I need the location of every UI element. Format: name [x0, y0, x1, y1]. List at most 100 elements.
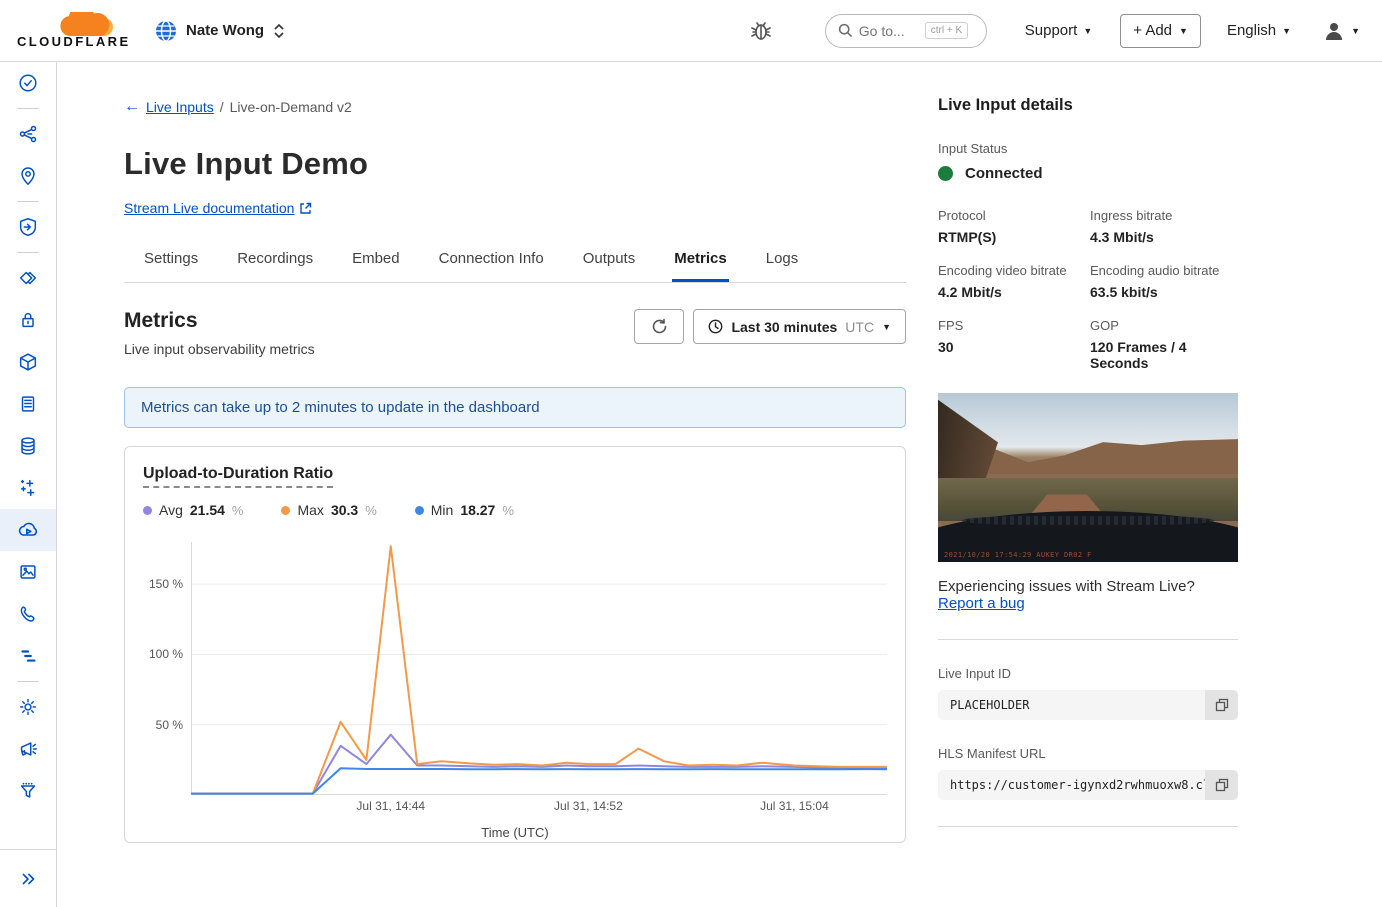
sidebar-item-filter[interactable]	[0, 770, 56, 812]
x-axis-title: Time (UTC)	[143, 825, 887, 840]
hls-url-field: https://customer-igynxd2rwhmuoxw8.cloudf	[938, 770, 1238, 800]
y-axis-labels: 50 %100 %150 %	[143, 542, 191, 795]
legend-dot-min	[415, 506, 424, 515]
metrics-heading: Metrics	[124, 309, 315, 333]
tab-embed[interactable]: Embed	[350, 242, 402, 282]
stream-cloud-play-icon	[16, 518, 40, 542]
x-axis-tick-label: Jul 31, 15:04	[760, 799, 829, 813]
sidebar-divider	[0, 677, 56, 686]
sidebar-item-location[interactable]	[0, 155, 56, 197]
legend-item-min: Min 18.27 %	[415, 502, 514, 518]
sidebar-item-logs[interactable]	[0, 635, 56, 677]
security-shield-icon	[17, 216, 39, 238]
copy-hls-url-button[interactable]	[1205, 770, 1238, 800]
tab-settings[interactable]: Settings	[142, 242, 200, 282]
chart-title: Upload-to-Duration Ratio	[143, 465, 333, 488]
sidebar-divider	[0, 197, 56, 206]
hls-url-label: HLS Manifest URL	[938, 746, 1238, 761]
time-range-dropdown[interactable]: Last 30 minutes UTC ▼	[693, 309, 906, 344]
refresh-button[interactable]	[634, 309, 684, 344]
phone-icon	[17, 603, 39, 625]
location-pin-icon	[17, 165, 39, 187]
stacked-bars-icon	[17, 645, 39, 667]
sidebar-item-announcements[interactable]	[0, 728, 56, 770]
sidebar-item-settings[interactable]	[0, 686, 56, 728]
sidebar-item-ssl[interactable]	[0, 299, 56, 341]
global-search[interactable]: ctrl + K	[825, 14, 987, 48]
sidebar-collapse[interactable]	[0, 849, 56, 907]
time-range-timezone: UTC	[845, 319, 874, 335]
sidebar-item-database[interactable]	[0, 425, 56, 467]
live-input-id-value: PLACEHOLDER	[938, 690, 1205, 720]
chart-plot-area	[191, 542, 887, 795]
sidebar-item-speed[interactable]	[0, 257, 56, 299]
search-input[interactable]	[859, 23, 919, 39]
collapse-chevrons-icon	[17, 868, 39, 890]
globe-icon	[155, 20, 177, 42]
ai-sparkles-icon	[17, 477, 39, 499]
tab-logs[interactable]: Logs	[764, 242, 801, 282]
sidebar-item-clock-check[interactable]	[0, 62, 56, 104]
account-switcher[interactable]: Nate Wong	[155, 20, 285, 42]
chevron-down-icon: ▼	[882, 322, 891, 332]
app-header: CLOUDFLARE Nate Wong	[0, 0, 1382, 62]
logo-wordmark: CLOUDFLARE	[17, 34, 131, 49]
sidebar-item-calls[interactable]	[0, 593, 56, 635]
sidebar-item-stream[interactable]	[0, 509, 56, 551]
copy-live-input-id-button[interactable]	[1205, 690, 1238, 720]
time-range-label: Last 30 minutes	[731, 319, 837, 335]
support-menu[interactable]: Support▼	[1025, 22, 1092, 39]
breadcrumb-live-inputs-link[interactable]: Live Inputs	[146, 99, 214, 115]
breadcrumb-separator: /	[220, 99, 224, 115]
account-name: Nate Wong	[186, 22, 264, 39]
tab-connection-info[interactable]: Connection Info	[437, 242, 546, 282]
back-arrow-icon: ←	[124, 98, 140, 116]
sidebar-item-security[interactable]	[0, 206, 56, 248]
legend-dot-max	[281, 506, 290, 515]
field-fps: FPS 30	[938, 318, 1090, 371]
breadcrumb: ← Live Inputs / Live-on-Demand v2	[124, 98, 906, 116]
chevron-down-icon: ▼	[1351, 26, 1360, 36]
upload-duration-chart-card: Upload-to-Duration Ratio Avg 21.54 % Max…	[124, 446, 906, 843]
line-chart	[191, 542, 887, 795]
sidebar-item-workers[interactable]	[0, 341, 56, 383]
cube-icon	[17, 351, 39, 373]
x-axis-ticks: Jul 31, 14:44Jul 31, 14:52Jul 31, 15:04	[191, 799, 887, 817]
legend-item-max: Max 30.3 %	[281, 502, 376, 518]
thumbnail-dash-vents	[962, 516, 1214, 525]
clock-icon	[708, 319, 723, 334]
chart-legend: Avg 21.54 % Max 30.3 % Min 18.27 %	[143, 502, 887, 518]
speed-layers-icon	[17, 267, 39, 289]
y-axis-tick-label: 150 %	[149, 577, 183, 591]
issues-text: Experiencing issues with Stream Live?	[938, 578, 1238, 595]
stream-docs-link[interactable]: Stream Live documentation	[124, 200, 312, 216]
language-menu[interactable]: English▼	[1227, 22, 1291, 39]
metrics-info-banner: Metrics can take up to 2 minutes to upda…	[124, 387, 906, 428]
report-bug-link[interactable]: Report a bug	[938, 595, 1025, 612]
input-status-label: Input Status	[938, 141, 1238, 156]
thumbnail-timestamp: 2021/10/20 17:54:29 AUKEY DR02 F	[944, 551, 1092, 559]
page-title: Live Input Demo	[124, 146, 906, 182]
chevron-down-icon: ▼	[1282, 26, 1291, 36]
sidebar-divider	[0, 248, 56, 257]
tab-recordings[interactable]: Recordings	[235, 242, 315, 282]
funnel-icon	[17, 780, 39, 802]
chevron-down-icon: ▼	[1083, 26, 1092, 36]
stream-preview-thumbnail: 2021/10/20 17:54:29 AUKEY DR02 F	[938, 393, 1238, 562]
clock-check-icon	[17, 72, 39, 94]
field-gop: GOP 120 Frames / 4 Seconds	[1090, 318, 1238, 371]
sidebar-item-storage[interactable]	[0, 383, 56, 425]
sidebar-item-ai[interactable]	[0, 467, 56, 509]
sidebar-nav	[0, 62, 57, 907]
y-axis-tick-label: 100 %	[149, 647, 183, 661]
cloudflare-logo[interactable]: CLOUDFLARE	[17, 12, 127, 49]
debug-bug-icon[interactable]	[749, 19, 773, 43]
field-protocol: Protocol RTMP(S)	[938, 208, 1090, 245]
user-menu[interactable]: ▼	[1323, 20, 1360, 42]
sidebar-item-images[interactable]	[0, 551, 56, 593]
tab-outputs[interactable]: Outputs	[581, 242, 638, 282]
sidebar-item-traffic[interactable]	[0, 113, 56, 155]
images-icon	[17, 561, 39, 583]
add-button[interactable]: + Add▼	[1120, 14, 1201, 48]
tab-metrics[interactable]: Metrics	[672, 242, 729, 282]
